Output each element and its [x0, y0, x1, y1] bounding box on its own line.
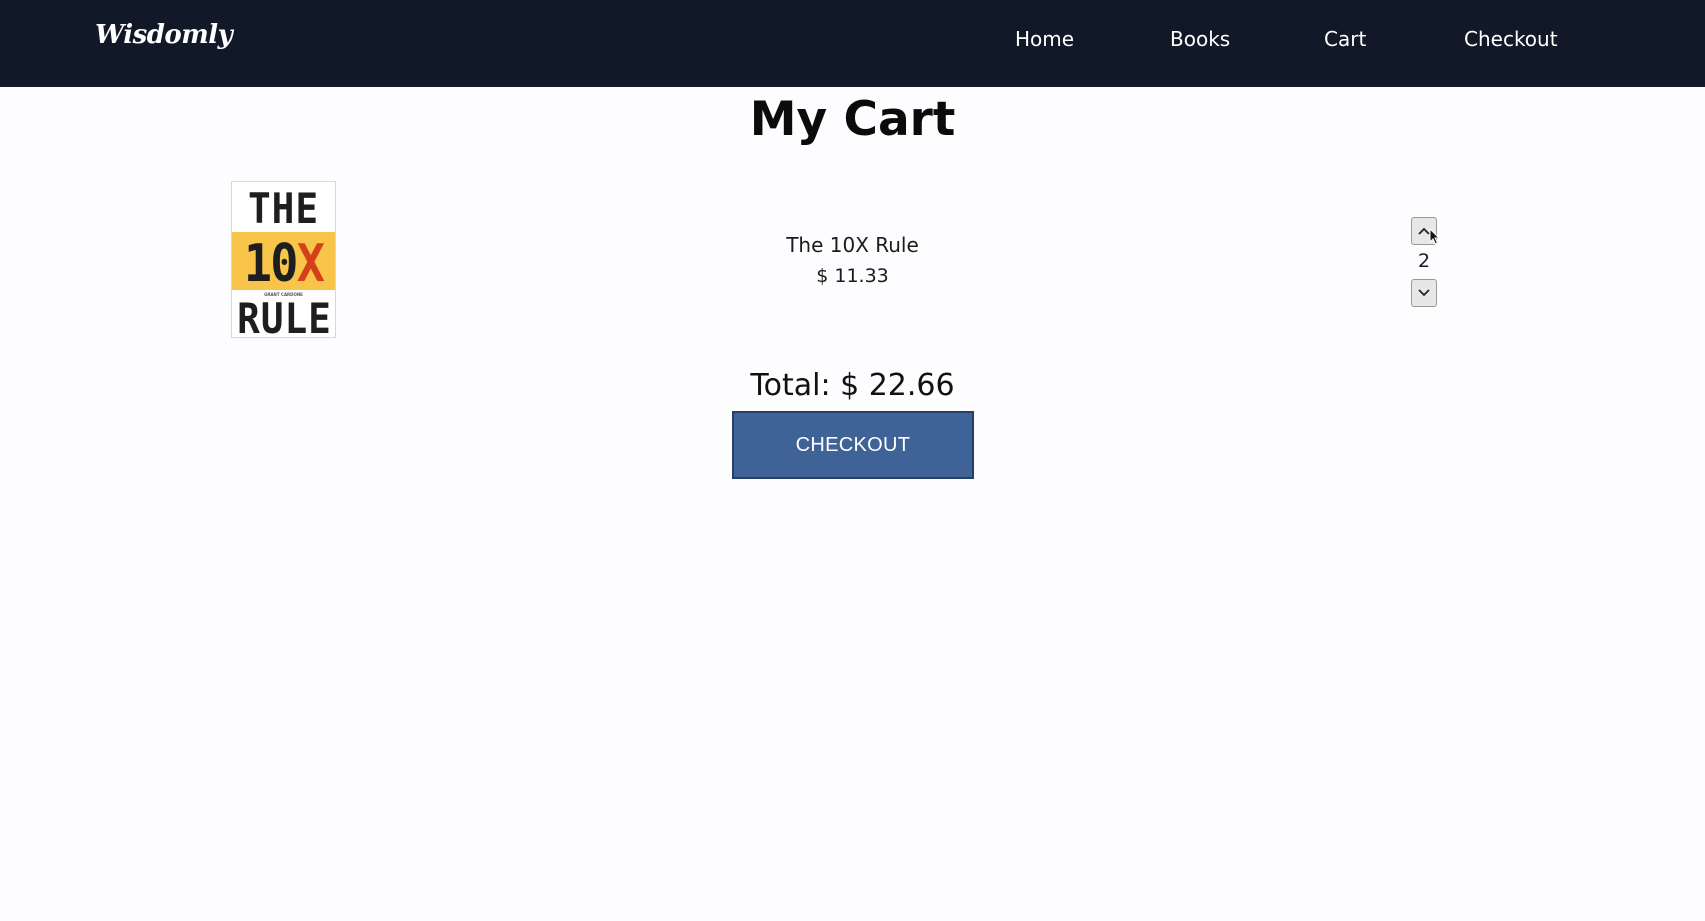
page-title: My Cart [749, 92, 956, 147]
nav-cart-link[interactable]: Cart [1324, 27, 1366, 51]
quantity-decrease-button[interactable] [1411, 279, 1437, 307]
quantity-value: 2 [1417, 250, 1431, 272]
nav-books-link[interactable]: Books [1170, 27, 1230, 51]
navbar: Wisdomly Home Books Cart Checkout [0, 0, 1705, 87]
nav-home-link[interactable]: Home [1015, 27, 1074, 51]
nav-checkout-link[interactable]: Checkout [1464, 27, 1558, 51]
brand-logo[interactable]: Wisdomly [95, 20, 233, 50]
cart-item-price: $ 11.33 [816, 265, 889, 287]
cover-title-line3: RULE [237, 294, 332, 338]
checkout-button[interactable]: CHECKOUT [732, 411, 974, 479]
mouse-pointer-icon [1429, 228, 1441, 245]
cart-item-info: The 10X Rule $ 11.33 [0, 233, 1705, 287]
cover-title-line1: THE [248, 184, 319, 233]
cart-total: Total: $ 22.66 [750, 368, 955, 403]
cart-item-title: The 10X Rule [786, 233, 919, 257]
chevron-down-icon [1418, 289, 1430, 297]
